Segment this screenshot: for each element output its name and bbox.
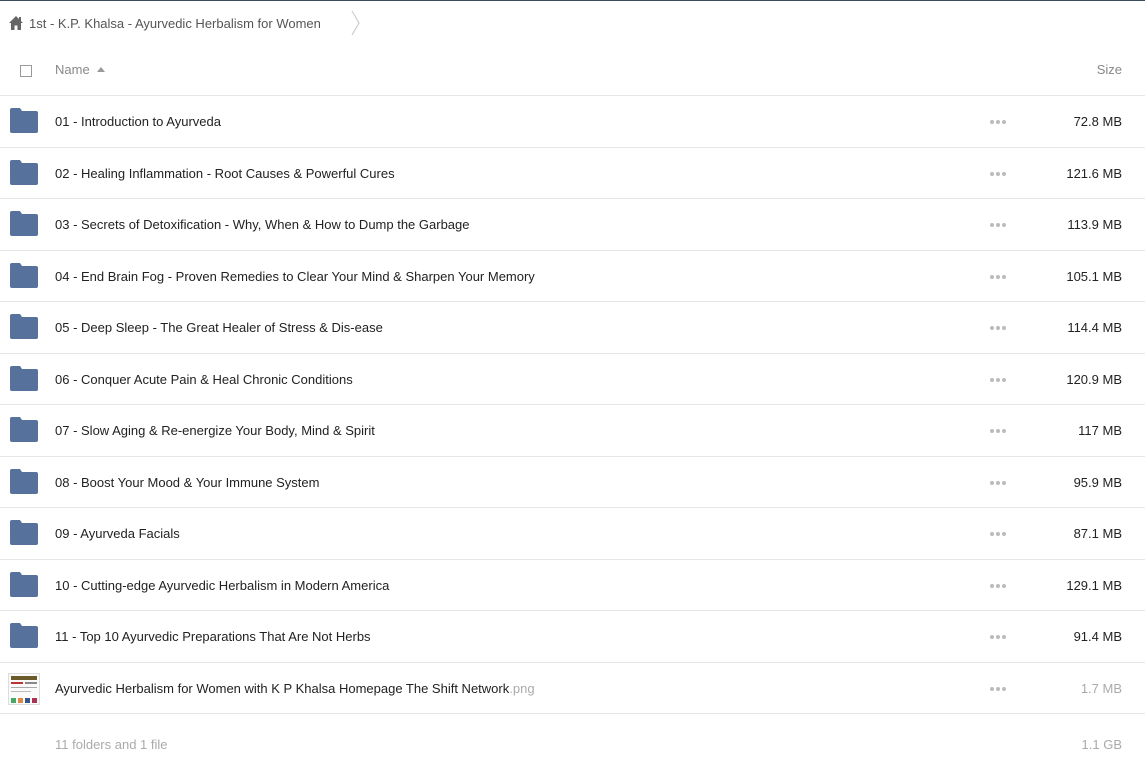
- item-name-text: 11 - Top 10 Ayurvedic Preparations That …: [55, 629, 371, 644]
- item-name-text: 05 - Deep Sleep - The Great Healer of St…: [55, 320, 383, 335]
- more-options-icon[interactable]: [990, 116, 1006, 128]
- column-header-size[interactable]: Size: [1097, 62, 1122, 77]
- folder-icon: [10, 108, 38, 133]
- sort-ascending-icon: [96, 67, 105, 72]
- folder-icon: [10, 365, 38, 391]
- item-name[interactable]: 02 - Healing Inflammation - Root Causes …: [55, 166, 395, 181]
- folder-row[interactable]: 02 - Healing Inflammation - Root Causes …: [0, 148, 1145, 199]
- folder-row[interactable]: 10 - Cutting-edge Ayurvedic Herbalism in…: [0, 560, 1145, 611]
- folder-row[interactable]: 07 - Slow Aging & Re-energize Your Body,…: [0, 405, 1145, 457]
- breadcrumb-separator-icon: [351, 10, 360, 36]
- more-options-icon[interactable]: [990, 683, 1006, 695]
- breadcrumb-label: 1st - K.P. Khalsa - Ayurvedic Herbalism …: [29, 15, 321, 31]
- item-name-text: 10 - Cutting-edge Ayurvedic Herbalism in…: [55, 577, 390, 593]
- item-size: 87.1 MB: [1073, 526, 1122, 541]
- more-options-icon[interactable]: [990, 528, 1006, 540]
- folder-icon: [10, 314, 38, 339]
- more-options-icon[interactable]: [990, 580, 1006, 592]
- more-options-icon[interactable]: [990, 477, 1006, 489]
- item-name[interactable]: 10 - Cutting-edge Ayurvedic Herbalism in…: [55, 578, 389, 593]
- item-name[interactable]: Ayurvedic Herbalism for Women with K P K…: [55, 681, 535, 696]
- folder-row[interactable]: 01 - Introduction to Ayurveda 72.8 MB: [0, 96, 1145, 148]
- image-thumbnail-icon: [8, 672, 40, 705]
- folder-icon: [10, 159, 38, 185]
- folder-icon: [10, 520, 38, 545]
- folder-icon: [10, 417, 38, 442]
- item-size: 105.1 MB: [1066, 268, 1122, 284]
- more-options-icon[interactable]: [990, 322, 1006, 334]
- folder-row[interactable]: 06 - Conquer Acute Pain & Heal Chronic C…: [0, 354, 1145, 405]
- item-name-text: 07 - Slow Aging & Re-energize Your Body,…: [55, 423, 375, 438]
- item-size: 117 MB: [1078, 423, 1122, 438]
- item-name-text: 04 - End Brain Fog - Proven Remedies to …: [55, 268, 535, 284]
- home-icon: [9, 16, 23, 30]
- item-name[interactable]: 04 - End Brain Fog - Proven Remedies to …: [55, 269, 535, 284]
- more-options-icon[interactable]: [990, 425, 1006, 437]
- item-size: 91.4 MB: [1073, 629, 1122, 644]
- item-extension: .png: [509, 680, 535, 696]
- folder-row[interactable]: 08 - Boost Your Mood & Your Immune Syste…: [0, 457, 1145, 508]
- table-header: Name Size: [0, 45, 1145, 96]
- more-options-icon[interactable]: [990, 271, 1006, 283]
- folder-icon: [10, 468, 38, 494]
- folder-icon: [10, 211, 38, 236]
- more-options-icon[interactable]: [990, 219, 1006, 231]
- list-footer: 11 folders and 1 file 1.1 GB: [0, 730, 1145, 760]
- item-name[interactable]: 03 - Secrets of Detoxification - Why, Wh…: [55, 217, 470, 232]
- item-name-text: 03 - Secrets of Detoxification - Why, Wh…: [55, 217, 470, 232]
- more-options-icon[interactable]: [990, 631, 1006, 643]
- folder-icon: [10, 571, 38, 597]
- breadcrumb: 1st - K.P. Khalsa - Ayurvedic Herbalism …: [0, 1, 1145, 45]
- total-size: 1.1 GB: [1081, 737, 1122, 752]
- folder-row[interactable]: 03 - Secrets of Detoxification - Why, Wh…: [0, 199, 1145, 251]
- more-options-icon[interactable]: [990, 374, 1006, 386]
- file-row[interactable]: Ayurvedic Herbalism for Women with K P K…: [0, 663, 1145, 714]
- column-name-label: Name: [55, 62, 90, 77]
- item-size: 121.6 MB: [1066, 165, 1122, 181]
- folder-icon: [10, 623, 38, 648]
- item-count-summary: 11 folders and 1 file: [55, 737, 168, 752]
- item-name[interactable]: 08 - Boost Your Mood & Your Immune Syste…: [55, 475, 319, 490]
- item-name[interactable]: 06 - Conquer Acute Pain & Heal Chronic C…: [55, 372, 353, 387]
- file-list: 01 - Introduction to Ayurveda 72.8 MB 02 …: [0, 96, 1145, 714]
- folder-icon: [10, 262, 38, 288]
- item-name[interactable]: 07 - Slow Aging & Re-energize Your Body,…: [55, 423, 375, 438]
- item-name[interactable]: 01 - Introduction to Ayurveda: [55, 114, 221, 129]
- breadcrumb-item-root[interactable]: 1st - K.P. Khalsa - Ayurvedic Herbalism …: [8, 1, 321, 45]
- item-size: 120.9 MB: [1066, 371, 1122, 387]
- item-size: 113.9 MB: [1067, 217, 1122, 232]
- folder-row[interactable]: 04 - End Brain Fog - Proven Remedies to …: [0, 251, 1145, 302]
- item-name-text: 02 - Healing Inflammation - Root Causes …: [55, 165, 395, 181]
- item-name-text: 09 - Ayurveda Facials: [55, 526, 180, 541]
- more-options-icon[interactable]: [990, 168, 1006, 180]
- folder-row[interactable]: 09 - Ayurveda Facials 87.1 MB: [0, 508, 1145, 560]
- item-size: 95.9 MB: [1073, 474, 1122, 490]
- item-name[interactable]: 11 - Top 10 Ayurvedic Preparations That …: [55, 629, 371, 644]
- folder-row[interactable]: 05 - Deep Sleep - The Great Healer of St…: [0, 302, 1145, 354]
- item-name-text: 06 - Conquer Acute Pain & Heal Chronic C…: [55, 371, 353, 387]
- item-name[interactable]: 09 - Ayurveda Facials: [55, 526, 180, 541]
- item-name-text: 01 - Introduction to Ayurveda: [55, 114, 221, 129]
- item-size: 114.4 MB: [1067, 320, 1122, 335]
- select-all-checkbox[interactable]: [20, 65, 32, 77]
- folder-row[interactable]: 11 - Top 10 Ayurvedic Preparations That …: [0, 611, 1145, 663]
- item-name-text: Ayurvedic Herbalism for Women with K P K…: [55, 680, 510, 696]
- item-size: 129.1 MB: [1066, 577, 1122, 593]
- column-header-name[interactable]: Name: [55, 62, 105, 77]
- item-size: 72.8 MB: [1073, 114, 1122, 129]
- item-name-text: 08 - Boost Your Mood & Your Immune Syste…: [55, 474, 320, 490]
- item-name[interactable]: 05 - Deep Sleep - The Great Healer of St…: [55, 320, 383, 335]
- item-size: 1.7 MB: [1080, 680, 1122, 696]
